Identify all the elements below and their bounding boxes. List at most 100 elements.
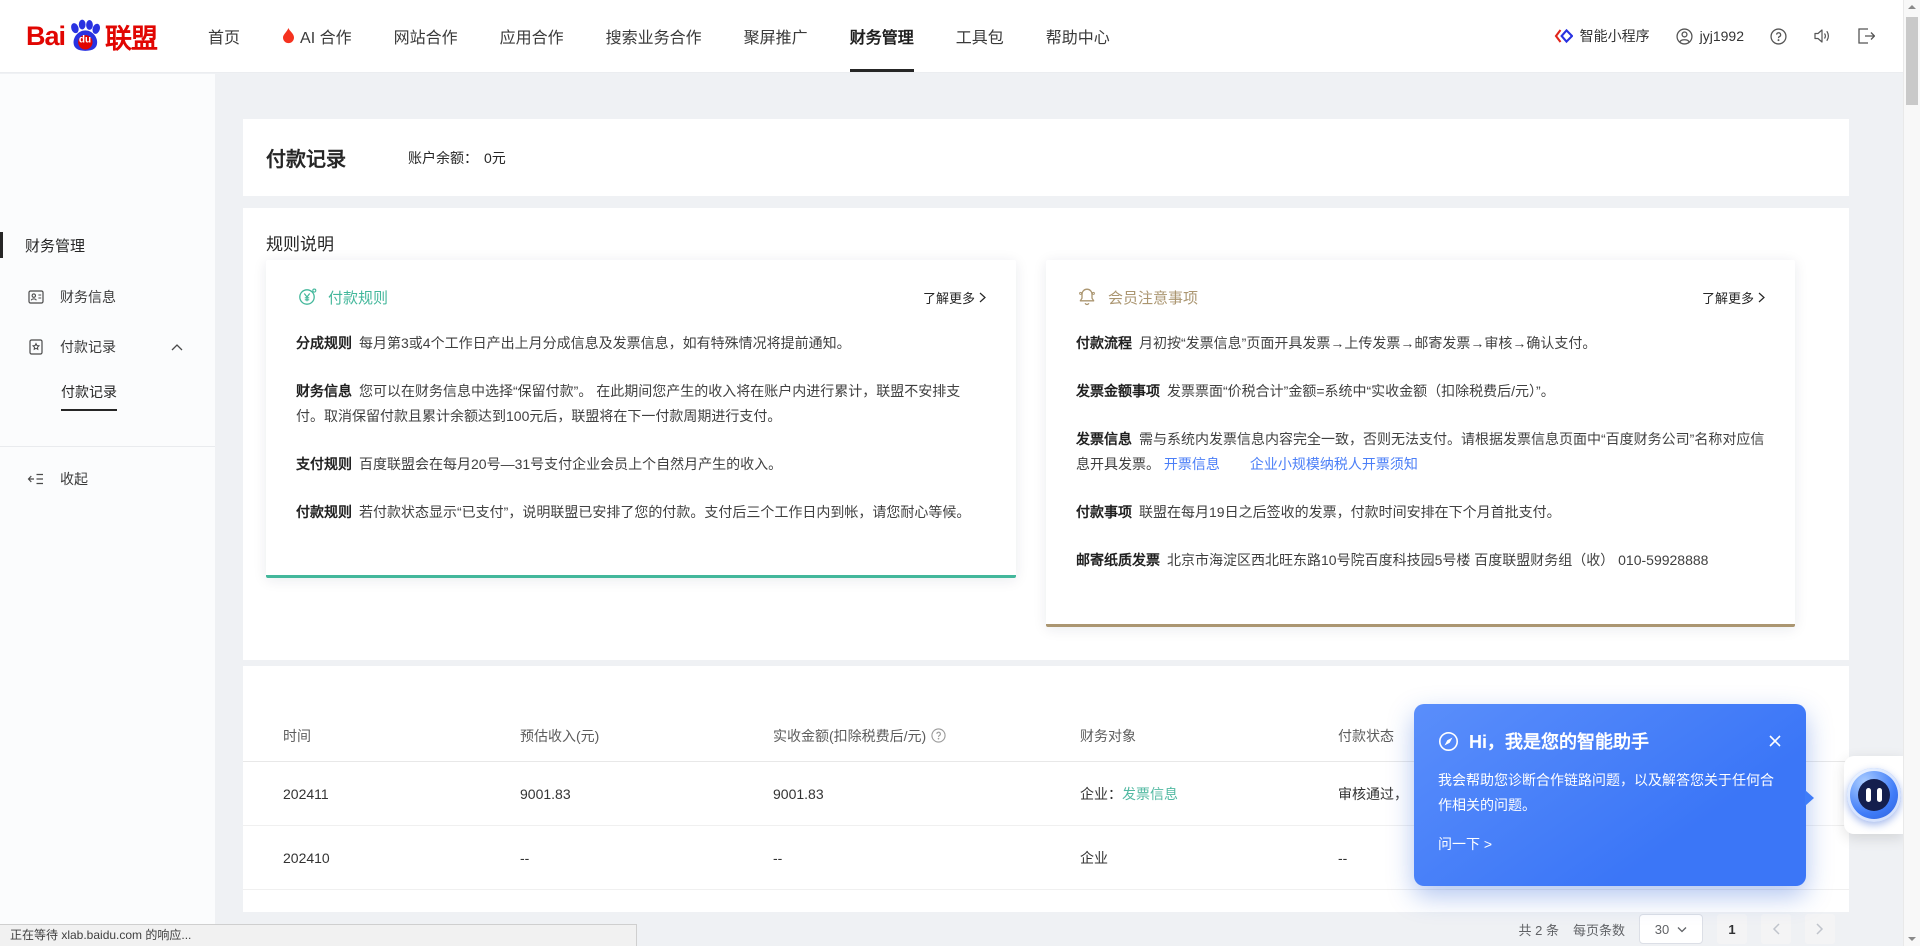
learn-more-link[interactable]: 了解更多 bbox=[923, 288, 986, 307]
cell-target: 企业：发票信息 bbox=[1080, 784, 1338, 804]
finance-info-icon bbox=[27, 288, 45, 306]
member-notice-card: 会员注意事项 了解更多 付款流程月初按“发票信息”页面开具发票→上传发票→邮寄发… bbox=[1046, 260, 1795, 627]
cell-estimated: 9001.83 bbox=[520, 786, 773, 802]
browser-status-bar: 正在等待 xlab.baidu.com 的响应... bbox=[0, 924, 637, 946]
cell-actual: 9001.83 bbox=[773, 786, 1080, 802]
close-icon[interactable] bbox=[1768, 734, 1782, 748]
rule-item: 付款流程月初按“发票信息”页面开具发票→上传发票→邮寄发票→审核→确认支付。 bbox=[1076, 331, 1765, 356]
rule-item: 发票金额事项发票票面“价税合计”金额=系统中“实收金额（扣除税费后/元）”。 bbox=[1076, 379, 1765, 404]
cell-estimated: -- bbox=[520, 850, 773, 866]
assistant-message: 我会帮助您诊断合作链路问题，以及解答您关于任何合作相关的问题。 bbox=[1414, 754, 1806, 818]
next-page-button[interactable] bbox=[1805, 914, 1835, 944]
chevron-right-icon bbox=[979, 292, 986, 303]
prev-page-button[interactable] bbox=[1761, 914, 1791, 944]
user-account[interactable]: jyj1992 bbox=[1676, 28, 1744, 45]
sound-button[interactable] bbox=[1813, 28, 1831, 44]
sidebar-item-payment-records[interactable]: 付款记录 bbox=[0, 334, 215, 360]
chevron-up-icon bbox=[171, 343, 183, 351]
learn-more-link[interactable]: 了解更多 bbox=[1702, 288, 1765, 307]
logo-text-du: du bbox=[79, 35, 91, 46]
sidebar-item-finance-info[interactable]: 财务信息 bbox=[0, 284, 215, 310]
column-actual-amount: 实收金额(扣除税费后/元) bbox=[773, 726, 1080, 746]
payment-rule-icon bbox=[296, 286, 318, 308]
vertical-scrollbar[interactable] bbox=[1903, 0, 1920, 946]
rule-item: 财务信息您可以在财务信息中选择“保留付款”。 在此期间您产生的收入将在账户内进行… bbox=[296, 379, 986, 429]
top-navigation: Bai du 联盟 首页 AI 合作 网站合作 应用合作 搜索业务合作 聚屏推广… bbox=[0, 0, 1903, 73]
page-header-panel: 付款记录 账户余额： 0元 bbox=[243, 119, 1849, 196]
balance-value: 0元 bbox=[484, 148, 506, 168]
sidebar-collapse-button[interactable]: 收起 bbox=[0, 466, 215, 492]
sidebar-subitem-payment-records[interactable]: 付款记录 bbox=[61, 382, 117, 411]
per-page-label: 每页条数 bbox=[1573, 920, 1625, 939]
invoice-info-table-link[interactable]: 发票信息 bbox=[1122, 786, 1178, 802]
rules-panel: 规则说明 付款规则 了解更多 分成规则每月第3或4个工作日产出上月分成信息及发票… bbox=[243, 208, 1849, 660]
account-balance: 账户余额： 0元 bbox=[408, 148, 506, 168]
page-number-1[interactable]: 1 bbox=[1717, 914, 1747, 944]
chevron-left-icon bbox=[1772, 923, 1780, 935]
page-size-select[interactable]: 30 bbox=[1639, 914, 1703, 944]
scroll-down-arrow-icon[interactable] bbox=[1908, 937, 1916, 941]
nav-item-search-cooperation[interactable]: 搜索业务合作 bbox=[585, 0, 723, 72]
smart-mini-program-entry[interactable]: 智能小程序 bbox=[1554, 26, 1650, 46]
nav-item-app-cooperation[interactable]: 应用合作 bbox=[479, 0, 585, 72]
sidebar: 财务管理 财务信息 付款记录 付款记录 收起 bbox=[0, 74, 215, 946]
ask-now-link[interactable]: 问一下 > bbox=[1414, 818, 1806, 854]
nav-item-help-center[interactable]: 帮助中心 bbox=[1025, 0, 1131, 72]
sidebar-section-title: 财务管理 bbox=[0, 232, 215, 258]
flame-icon bbox=[282, 28, 295, 44]
nav-item-toolkit[interactable]: 工具包 bbox=[935, 0, 1025, 72]
payment-record-icon bbox=[27, 338, 45, 356]
column-time: 时间 bbox=[283, 726, 520, 746]
nav-right-utilities: 智能小程序 jyj1992 bbox=[1554, 26, 1875, 46]
column-estimated-income: 预估收入(元) bbox=[520, 726, 773, 746]
logout-button[interactable] bbox=[1857, 28, 1875, 44]
page-title: 付款记录 bbox=[266, 143, 346, 172]
question-circle-icon[interactable] bbox=[931, 728, 946, 743]
logout-icon bbox=[1857, 28, 1875, 44]
assistant-title: Hi，我是您的智能助手 bbox=[1469, 728, 1649, 754]
assistant-dock bbox=[1844, 756, 1904, 834]
compass-icon bbox=[1438, 731, 1459, 752]
rule-item: 支付规则百度联盟会在每月20号—31号支付企业会员上个自然月产生的收入。 bbox=[296, 452, 986, 477]
logo-text-lianmeng: 联盟 bbox=[105, 17, 157, 56]
baidu-paw-icon: du bbox=[67, 19, 103, 53]
rule-item: 发票信息需与系统内发票信息内容完全一致，否则无法支付。请根据发票信息页面中“百度… bbox=[1076, 427, 1765, 477]
sidebar-divider bbox=[0, 446, 215, 447]
column-finance-target: 财务对象 bbox=[1080, 726, 1338, 746]
card-title: 会员注意事项 bbox=[1108, 287, 1198, 308]
baidu-union-logo[interactable]: Bai du 联盟 bbox=[26, 17, 157, 56]
cell-target: 企业 bbox=[1080, 848, 1338, 868]
cell-time: 202411 bbox=[283, 786, 520, 802]
rules-section-title: 规则说明 bbox=[266, 230, 334, 255]
rule-item: 付款事项联盟在每月19日之后签收的发票，付款时间安排在下个月首批支付。 bbox=[1076, 500, 1765, 525]
collapse-icon bbox=[27, 470, 45, 488]
chevron-down-icon bbox=[1677, 926, 1687, 933]
chevron-right-icon bbox=[1758, 292, 1765, 303]
nav-item-website-cooperation[interactable]: 网站合作 bbox=[373, 0, 479, 72]
nav-item-finance-management[interactable]: 财务管理 bbox=[829, 0, 935, 72]
nav-item-home[interactable]: 首页 bbox=[187, 0, 261, 72]
invoice-info-link[interactable]: 开票信息 bbox=[1164, 456, 1220, 472]
payment-rules-card: 付款规则 了解更多 分成规则每月第3或4个工作日产出上月分成信息及发票信息，如有… bbox=[266, 260, 1016, 578]
assistant-popup: Hi，我是您的智能助手 我会帮助您诊断合作链路问题，以及解答您关于任何合作相关的… bbox=[1414, 704, 1806, 886]
help-button[interactable] bbox=[1770, 28, 1787, 45]
robot-face-icon bbox=[1858, 779, 1890, 811]
smart-program-icon bbox=[1554, 27, 1573, 45]
assistant-robot-button[interactable] bbox=[1847, 768, 1901, 822]
balance-label: 账户余额： bbox=[408, 148, 478, 168]
sound-icon bbox=[1813, 28, 1831, 44]
nav-item-juping-promotion[interactable]: 聚屏推广 bbox=[723, 0, 829, 72]
total-count: 共 2 条 bbox=[1519, 920, 1559, 939]
cell-time: 202410 bbox=[283, 850, 520, 866]
user-icon bbox=[1676, 28, 1693, 45]
main-menu: 首页 AI 合作 网站合作 应用合作 搜索业务合作 聚屏推广 财务管理 工具包 … bbox=[187, 0, 1131, 72]
small-taxpayer-notice-link[interactable]: 企业小规模纳税人开票须知 bbox=[1250, 456, 1418, 472]
help-icon bbox=[1770, 28, 1787, 45]
card-title: 付款规则 bbox=[328, 287, 388, 308]
cell-actual: -- bbox=[773, 850, 1080, 866]
scrollbar-thumb[interactable] bbox=[1906, 17, 1918, 105]
chevron-right-icon bbox=[1816, 923, 1824, 935]
rule-item: 邮寄纸质发票北京市海淀区西北旺东路10号院百度科技园5号楼 百度联盟财务组（收）… bbox=[1076, 548, 1765, 573]
nav-item-ai-cooperation[interactable]: AI 合作 bbox=[261, 0, 373, 72]
scroll-up-arrow-icon[interactable] bbox=[1908, 5, 1916, 9]
